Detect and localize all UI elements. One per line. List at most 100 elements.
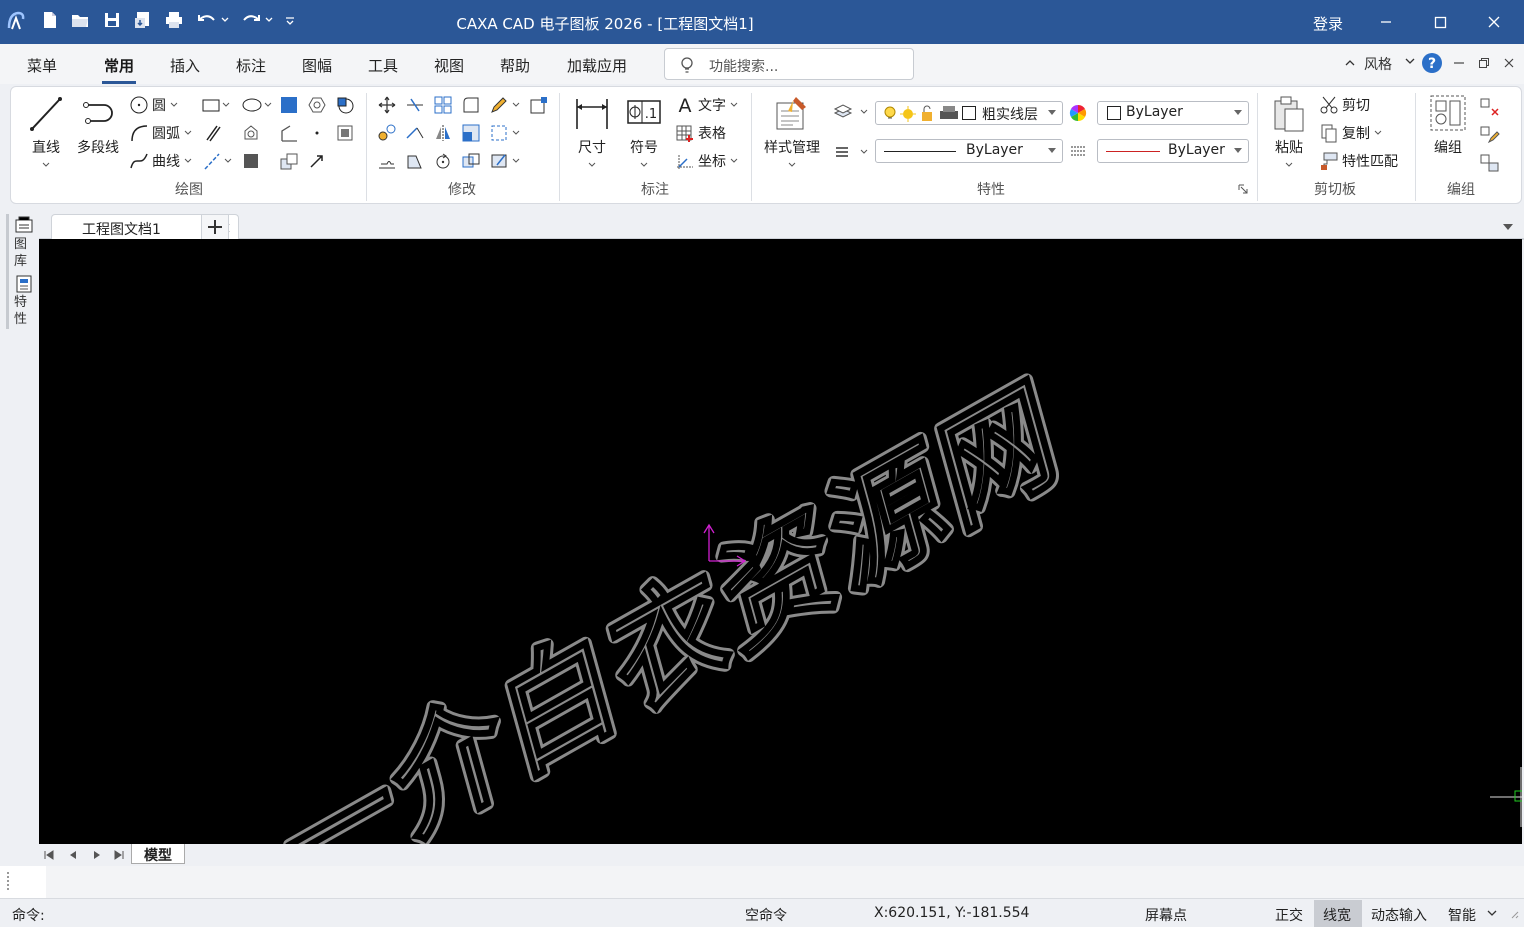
color-wheel-icon[interactable] [1069, 104, 1087, 122]
tab-load-apps[interactable]: 加载应用 [567, 55, 627, 76]
centerline-icon[interactable] [203, 151, 237, 171]
scale-icon[interactable] [461, 123, 481, 143]
move-icon[interactable] [377, 95, 397, 115]
ungroup-icon[interactable] [1479, 97, 1501, 117]
command-history-area[interactable] [0, 866, 1524, 898]
minimize-button[interactable] [1366, 8, 1406, 36]
color-select[interactable]: ByLayer [1097, 101, 1249, 125]
dynamic-input-toggle[interactable]: 动态输入 [1371, 905, 1427, 925]
ribbon-minimize-icon[interactable] [1452, 56, 1466, 70]
match-properties-button[interactable]: 特性匹配 [1319, 151, 1398, 171]
polygon-icon[interactable] [307, 95, 327, 115]
style-selector[interactable]: 风格 [1364, 54, 1392, 74]
tab-list-dropdown-icon[interactable] [1501, 222, 1515, 232]
collapse-ribbon-icon[interactable] [1344, 58, 1356, 68]
symbol-button[interactable]: .1 符号 [621, 93, 667, 173]
table-button[interactable]: 表格 [675, 123, 726, 143]
copy-object-icon[interactable] [377, 123, 397, 143]
explode-icon[interactable] [489, 151, 523, 171]
chevron-down-icon[interactable] [1486, 908, 1498, 918]
array-icon[interactable] [433, 95, 453, 115]
coordinate-button[interactable]: 坐标 [675, 151, 739, 171]
properties-tab[interactable]: 特性 [14, 294, 34, 328]
text-button[interactable]: A 文字 [675, 95, 739, 115]
parallel-line-icon[interactable] [203, 123, 223, 143]
layer-select[interactable]: 粗实线层 [875, 101, 1063, 125]
tab-menu[interactable]: 菜单 [27, 55, 57, 76]
edit-pen-icon[interactable] [489, 95, 523, 115]
tab-frame[interactable]: 图幅 [302, 55, 332, 76]
tab-view[interactable]: 视图 [434, 55, 464, 76]
maximize-button[interactable] [1420, 8, 1460, 36]
rotate-icon[interactable] [433, 151, 453, 171]
solid-fill-icon[interactable] [241, 151, 261, 171]
tab-insert[interactable]: 插入 [170, 55, 200, 76]
linetype-scale-icon[interactable] [1069, 142, 1087, 160]
wave-line-icon[interactable] [279, 151, 299, 171]
block-icon[interactable] [335, 123, 355, 143]
offset-icon[interactable] [377, 151, 397, 171]
help-icon[interactable]: ? [1421, 52, 1443, 74]
group-button[interactable]: 编组 [1425, 93, 1471, 157]
mirror-icon[interactable] [433, 123, 453, 143]
point-icon[interactable] [307, 123, 327, 143]
library-tab[interactable]: 图库 [14, 236, 34, 270]
resize-grip-icon[interactable] [1508, 908, 1520, 920]
layer-manager-icon[interactable] [833, 101, 875, 123]
arc-button[interactable]: 圆弧 [129, 123, 193, 143]
drag-handle-icon[interactable] [7, 872, 9, 890]
cut-button[interactable]: 剪切 [1319, 95, 1370, 115]
new-tab-icon[interactable] [201, 214, 229, 240]
function-search-input[interactable]: 功能搜索... [664, 48, 914, 80]
close-button[interactable] [1474, 8, 1514, 36]
drawing-canvas[interactable]: 一介白衣资源网 一介白衣资源网 [39, 239, 1522, 844]
snap-mode-toggle[interactable]: 屏幕点 [1145, 905, 1187, 925]
command-prompt[interactable]: 命令: [12, 905, 45, 925]
library-icon[interactable] [14, 214, 34, 234]
lineweight-toggle[interactable]: 线宽 [1323, 905, 1351, 925]
last-layout-icon[interactable] [113, 849, 125, 861]
tab-tools[interactable]: 工具 [368, 55, 398, 76]
ortho-toggle[interactable]: 正交 [1275, 905, 1303, 925]
break-icon[interactable] [461, 151, 481, 171]
dimension-button[interactable]: 尺寸 [569, 93, 615, 173]
tab-common[interactable]: 常用 [101, 55, 137, 84]
tab-help[interactable]: 帮助 [500, 55, 530, 76]
select-box-icon[interactable] [489, 123, 523, 143]
circle-button[interactable]: 圆 [129, 95, 179, 115]
smart-snap-toggle[interactable]: 智能 [1448, 905, 1476, 925]
chevron-down-icon[interactable] [1404, 56, 1416, 66]
polyline-button[interactable]: 多段线 [73, 93, 123, 157]
arrow-icon[interactable] [307, 151, 327, 171]
ellipse-icon[interactable] [241, 95, 275, 115]
window-zoom-icon[interactable] [529, 95, 549, 115]
linewidth-select[interactable]: ByLayer [1097, 139, 1249, 163]
curve-button[interactable]: 曲线 [129, 151, 193, 171]
style-manager-button[interactable]: 样式管理 [757, 93, 827, 173]
tab-annotate[interactable]: 标注 [236, 55, 266, 76]
group-options-icon[interactable] [1479, 153, 1501, 173]
properties-dialog-launcher-icon[interactable] [1237, 183, 1249, 195]
trim-icon[interactable] [405, 95, 425, 115]
paste-button[interactable]: 粘贴 [1263, 93, 1315, 173]
ribbon-close-icon[interactable] [1502, 56, 1516, 70]
panel-splitter[interactable] [6, 214, 9, 329]
prev-layout-icon[interactable] [67, 849, 79, 861]
rectangle-icon[interactable] [201, 95, 235, 115]
linewidth-manager-icon[interactable] [833, 141, 875, 163]
login-button[interactable]: 登录 [1313, 13, 1343, 34]
hatch-fill-icon[interactable] [279, 95, 299, 115]
edit-group-icon[interactable] [1479, 125, 1501, 145]
ellipse-arc-icon[interactable] [241, 123, 261, 143]
next-layout-icon[interactable] [91, 849, 103, 861]
linetype-select[interactable]: ByLayer [875, 139, 1063, 163]
fillet-icon[interactable] [461, 95, 481, 115]
first-layout-icon[interactable] [43, 849, 55, 861]
ribbon-restore-icon[interactable] [1477, 56, 1491, 70]
line-button[interactable]: 直线 [23, 93, 69, 173]
boundary-icon[interactable] [335, 95, 355, 115]
properties-panel-icon[interactable] [14, 274, 34, 294]
model-layout-tab[interactable]: 模型 [131, 844, 185, 864]
chamfer-line-icon[interactable] [279, 123, 299, 143]
copy-button[interactable]: 复制 [1319, 123, 1383, 143]
